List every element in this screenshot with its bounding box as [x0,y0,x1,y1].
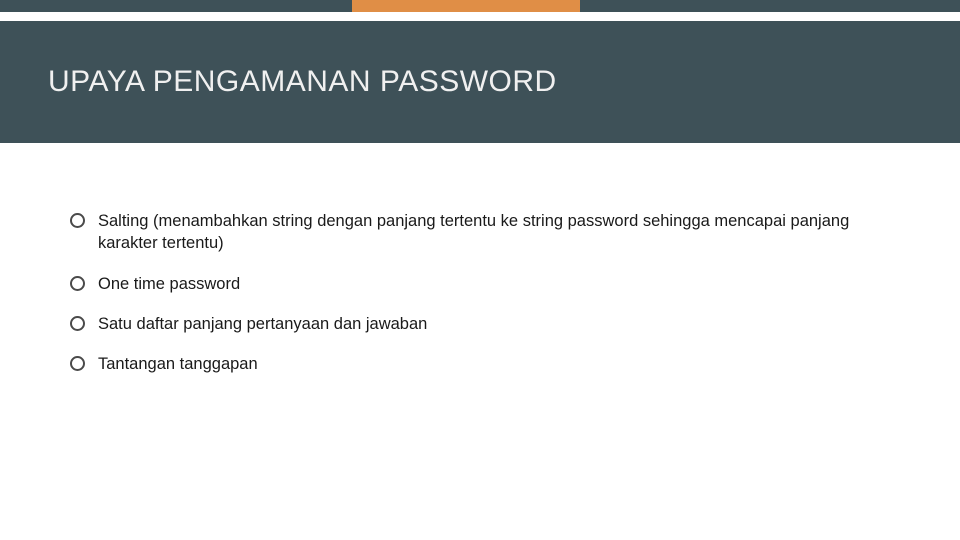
slide: UPAYA PENGAMANAN PASSWORD Salting (menam… [0,0,960,540]
list-item: Tantangan tanggapan [70,353,910,375]
top-accent-strip [0,0,960,12]
list-item: One time password [70,273,910,295]
list-item: Satu daftar panjang pertanyaan dan jawab… [70,313,910,335]
title-band: UPAYA PENGAMANAN PASSWORD [0,21,960,143]
slide-title: UPAYA PENGAMANAN PASSWORD [48,65,557,99]
bullet-list: Salting (menambahkan string dengan panja… [70,210,910,375]
strip-segment-orange [352,0,580,12]
strip-segment-dark-right [580,0,960,12]
strip-segment-dark-left [0,0,352,12]
list-item: Salting (menambahkan string dengan panja… [70,210,910,255]
content-area: Salting (menambahkan string dengan panja… [70,210,910,393]
